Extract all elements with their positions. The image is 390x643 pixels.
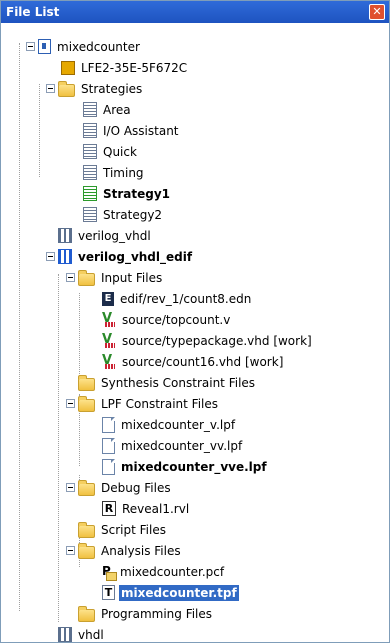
tree-label: I/O Assistant xyxy=(103,123,179,138)
implementation-icon xyxy=(58,627,72,642)
tree-row-strategy[interactable]: I/O Assistant xyxy=(83,120,181,141)
tree-label: source/topcount.v xyxy=(122,312,231,327)
collapse-toggle[interactable] xyxy=(26,42,35,51)
tree-label: verilog_vhdl xyxy=(78,228,151,243)
tree-label: LFE2-35E-5F672C xyxy=(81,60,188,75)
collapse-toggle[interactable] xyxy=(46,84,55,93)
tree-label: source/count16.vhd [work] xyxy=(122,354,284,369)
tree-label: Area xyxy=(103,102,131,117)
pcf-file-icon: P xyxy=(102,565,117,581)
tree-label: edif/rev_1/count8.edn xyxy=(120,291,252,306)
folder-icon xyxy=(78,542,95,559)
file-icon xyxy=(102,437,115,454)
strategy-icon xyxy=(83,123,97,138)
tree-row-strategy[interactable]: Area xyxy=(83,99,133,120)
tree-label: mixedcounter.tpf xyxy=(119,584,239,601)
tree-row-folder[interactable]: Synthesis Constraint Files xyxy=(78,372,257,393)
collapse-toggle[interactable] xyxy=(46,252,55,261)
tree-row-implementation[interactable]: verilog_vhdl xyxy=(58,225,153,246)
tree-row-strategies[interactable]: Strategies xyxy=(46,78,144,99)
tree-row-implementation-active[interactable]: verilog_vhdl_edif xyxy=(46,246,194,267)
tree-row-file[interactable]: V source/typepackage.vhd [work] xyxy=(102,330,314,351)
tree-label: mixedcounter_vve.lpf xyxy=(121,459,267,474)
collapse-toggle[interactable] xyxy=(66,273,75,282)
collapse-toggle[interactable] xyxy=(66,546,75,555)
tree-row-strategy[interactable]: Strategy2 xyxy=(83,204,164,225)
tree-row-strategy[interactable]: Timing xyxy=(83,162,146,183)
folder-icon xyxy=(78,374,95,391)
tree-label: vhdl xyxy=(78,627,104,642)
tpf-file-icon: T xyxy=(102,585,115,600)
tree-row-strategy-active[interactable]: Strategy1 xyxy=(83,183,172,204)
tree-row-folder[interactable]: LPF Constraint Files xyxy=(66,393,220,414)
implementation-icon xyxy=(58,228,72,243)
tree-label: mixedcounter.pcf xyxy=(120,564,225,579)
tree-row-implementation[interactable]: vhdl xyxy=(58,624,106,642)
folder-icon xyxy=(78,605,95,622)
tree-label: Analysis Files xyxy=(101,543,181,558)
folder-icon xyxy=(78,395,95,412)
folder-icon xyxy=(78,479,95,496)
tree-label: Synthesis Constraint Files xyxy=(101,375,256,390)
folder-icon xyxy=(78,269,95,286)
tree-label: Strategy2 xyxy=(103,207,163,222)
tree-label: Input Files xyxy=(101,270,163,285)
collapse-toggle[interactable] xyxy=(66,483,75,492)
panel-titlebar: File List ✕ xyxy=(1,1,389,23)
tree-row-root[interactable]: mixedcounter xyxy=(26,36,142,57)
tree-row-file[interactable]: E edif/rev_1/count8.edn xyxy=(102,288,253,309)
panel-title: File List xyxy=(6,5,60,19)
folder-icon xyxy=(58,80,75,97)
tree-row-folder[interactable]: Input Files xyxy=(66,267,164,288)
tree-label: LPF Constraint Files xyxy=(101,396,218,411)
active-implementation-icon xyxy=(58,249,72,264)
tree-row-strategy[interactable]: Quick xyxy=(83,141,139,162)
tree-row-file-active[interactable]: mixedcounter_vve.lpf xyxy=(102,456,269,477)
reveal-file-icon: R xyxy=(102,501,116,516)
strategy-icon xyxy=(83,207,97,222)
tree-label: mixedcounter_v.lpf xyxy=(121,417,236,432)
active-strategy-icon xyxy=(83,186,97,201)
tree-row-folder[interactable]: Analysis Files xyxy=(66,540,183,561)
close-icon[interactable]: ✕ xyxy=(369,4,385,20)
tree-row-file-selected[interactable]: T mixedcounter.tpf xyxy=(102,582,239,603)
tree-row-file[interactable]: P mixedcounter.pcf xyxy=(102,561,226,582)
tree-label: mixedcounter_vv.lpf xyxy=(121,438,243,453)
collapse-toggle[interactable] xyxy=(66,399,75,408)
vhdl-file-icon: V xyxy=(102,333,116,348)
tree-row-file[interactable]: V source/topcount.v xyxy=(102,309,232,330)
tree-row-folder[interactable]: Script Files xyxy=(78,519,168,540)
chip-icon xyxy=(61,60,75,75)
tree-row-folder[interactable]: Programming Files xyxy=(78,603,214,624)
folder-icon xyxy=(78,521,95,538)
project-icon xyxy=(38,39,51,54)
tree-label: source/typepackage.vhd [work] xyxy=(122,333,312,348)
tree-row-folder[interactable]: Debug Files xyxy=(66,477,173,498)
strategy-icon xyxy=(83,102,97,117)
edif-file-icon: E xyxy=(102,291,114,306)
verilog-file-icon: V xyxy=(102,312,116,327)
tree-label: Script Files xyxy=(101,522,166,537)
tree-row-file[interactable]: mixedcounter_vv.lpf xyxy=(102,435,244,456)
strategy-icon xyxy=(83,144,97,159)
file-tree[interactable]: mixedcounter LFE2-35E-5F672C Strategies … xyxy=(1,23,389,642)
vhdl-file-icon: V xyxy=(102,354,116,369)
strategy-icon xyxy=(83,165,97,180)
file-icon xyxy=(102,416,115,433)
tree-label: verilog_vhdl_edif xyxy=(78,249,193,264)
tree-label: Strategies xyxy=(81,81,143,96)
tree-label: mixedcounter xyxy=(57,39,140,54)
file-icon xyxy=(102,458,115,475)
tree-row-file[interactable]: V source/count16.vhd [work] xyxy=(102,351,285,372)
tree-row-file[interactable]: R Reveal1.rvl xyxy=(102,498,191,519)
tree-label: Programming Files xyxy=(101,606,213,621)
tree-label: Timing xyxy=(103,165,144,180)
tree-label: Strategy1 xyxy=(103,186,171,201)
file-list-panel: File List ✕ mixedcounter LFE2-35E-5F672C… xyxy=(0,0,390,643)
tree-row-file[interactable]: mixedcounter_v.lpf xyxy=(102,414,237,435)
tree-label: Debug Files xyxy=(101,480,171,495)
tree-label: Reveal1.rvl xyxy=(122,501,190,516)
tree-row-device[interactable]: LFE2-35E-5F672C xyxy=(61,57,189,78)
tree-label: Quick xyxy=(103,144,137,159)
